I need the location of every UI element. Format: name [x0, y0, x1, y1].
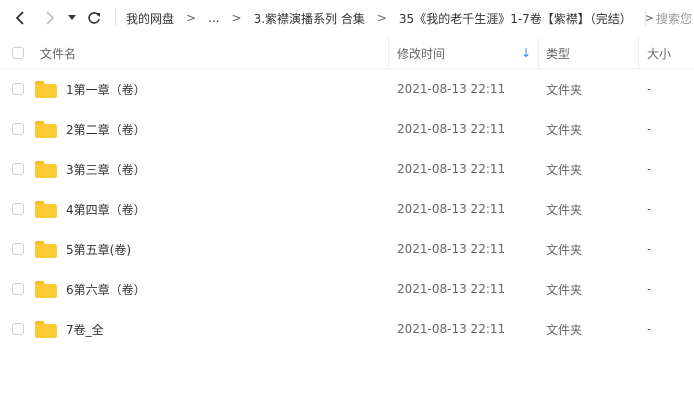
- file-size: -: [647, 242, 652, 256]
- breadcrumb-item-root[interactable]: 我的网盘: [126, 10, 174, 27]
- row-checkbox[interactable]: [12, 149, 24, 189]
- column-header-type-label: 类型: [546, 46, 571, 61]
- back-arrow-icon: [15, 11, 24, 25]
- file-size: -: [647, 82, 652, 96]
- select-all-checkbox[interactable]: [12, 38, 24, 68]
- back-button[interactable]: [10, 8, 30, 28]
- table-row[interactable]: 2第二章（卷） 2021-08-13 22:11 文件夹 -: [0, 109, 694, 149]
- row-checkbox[interactable]: [12, 269, 24, 309]
- search-input[interactable]: 搜索您: [656, 0, 694, 36]
- file-modified: 2021-08-13 22:11: [397, 242, 506, 256]
- file-modified: 2021-08-13 22:11: [397, 202, 506, 216]
- search-divider: [645, 10, 646, 26]
- refresh-icon: [88, 12, 100, 24]
- column-header-modified-label: 修改时间: [397, 46, 446, 61]
- file-type: 文件夹: [546, 82, 583, 97]
- table-row[interactable]: 7卷_全 2021-08-13 22:11 文件夹 -: [0, 309, 694, 349]
- file-size: -: [647, 122, 652, 136]
- file-modified: 2021-08-13 22:11: [397, 122, 506, 136]
- file-type: 文件夹: [546, 162, 583, 177]
- file-type: 文件夹: [546, 322, 583, 337]
- column-divider[interactable]: [538, 38, 539, 68]
- checkbox: [12, 283, 24, 295]
- file-name[interactable]: 6第六章（卷）: [66, 269, 146, 309]
- column-divider[interactable]: [638, 38, 639, 68]
- file-name[interactable]: 2第二章（卷）: [66, 109, 146, 149]
- file-size: -: [647, 202, 652, 216]
- folder-icon: [35, 149, 57, 189]
- column-header-name[interactable]: 文件名: [40, 38, 76, 68]
- checkbox: [12, 163, 24, 175]
- file-type: 文件夹: [546, 122, 583, 137]
- table-row[interactable]: 6第六章（卷） 2021-08-13 22:11 文件夹 -: [0, 269, 694, 309]
- file-type: 文件夹: [546, 282, 583, 297]
- sort-desc-icon: ↓: [520, 46, 531, 60]
- folder-icon: [35, 269, 57, 309]
- file-list-header: 文件名 修改时间 ↓ 类型 大小: [0, 38, 694, 69]
- checkbox: [12, 47, 24, 59]
- breadcrumb-item-collection[interactable]: 3.紫襟演播系列 合集: [254, 10, 365, 27]
- file-modified: 2021-08-13 22:11: [397, 322, 506, 336]
- forward-arrow-icon: [46, 11, 55, 25]
- forward-button[interactable]: [40, 8, 60, 28]
- checkbox: [12, 323, 24, 335]
- search-placeholder: 搜索您: [656, 11, 693, 26]
- table-row[interactable]: 5第五章(卷) 2021-08-13 22:11 文件夹 -: [0, 229, 694, 269]
- row-checkbox[interactable]: [12, 69, 24, 109]
- file-name[interactable]: 5第五章(卷): [66, 229, 131, 269]
- checkbox: [12, 83, 24, 95]
- column-header-size[interactable]: 大小: [647, 38, 671, 68]
- checkbox: [12, 243, 24, 255]
- folder-icon: [35, 309, 57, 349]
- file-modified: 2021-08-13 22:11: [397, 82, 506, 96]
- refresh-button[interactable]: [84, 8, 104, 28]
- dropdown-triangle-icon: [68, 15, 76, 20]
- checkbox: [12, 203, 24, 215]
- file-list: 1第一章（卷） 2021-08-13 22:11 文件夹 - 2第二章（卷） 2…: [0, 69, 694, 349]
- breadcrumb-separator: >: [186, 11, 197, 25]
- column-header-name-label: 文件名: [40, 46, 77, 61]
- file-size: -: [647, 282, 652, 296]
- table-row[interactable]: 4第四章（卷） 2021-08-13 22:11 文件夹 -: [0, 189, 694, 229]
- row-checkbox[interactable]: [12, 229, 24, 269]
- file-size: -: [647, 322, 652, 336]
- folder-icon: [35, 229, 57, 269]
- folder-icon: [35, 189, 57, 229]
- file-type: 文件夹: [546, 242, 583, 257]
- toolbar-divider: [115, 10, 116, 26]
- file-type: 文件夹: [546, 202, 583, 217]
- file-name[interactable]: 1第一章（卷）: [66, 69, 146, 109]
- breadcrumb-separator: >: [231, 11, 242, 25]
- column-header-modified[interactable]: 修改时间 ↓: [397, 38, 535, 68]
- column-header-size-label: 大小: [647, 46, 672, 61]
- table-row[interactable]: 3第三章（卷） 2021-08-13 22:11 文件夹 -: [0, 149, 694, 189]
- history-dropdown-button[interactable]: [64, 8, 80, 28]
- table-row[interactable]: 1第一章（卷） 2021-08-13 22:11 文件夹 -: [0, 69, 694, 109]
- column-header-type[interactable]: 类型: [546, 38, 570, 68]
- folder-icon: [35, 109, 57, 149]
- file-name[interactable]: 4第四章（卷）: [66, 189, 146, 229]
- file-name[interactable]: 3第三章（卷）: [66, 149, 146, 189]
- file-name[interactable]: 7卷_全: [66, 309, 104, 349]
- breadcrumb-separator: >: [376, 11, 387, 25]
- column-divider[interactable]: [388, 38, 389, 68]
- breadcrumb: 我的网盘 > ... > 3.紫襟演播系列 合集 > 35《我的老千生涯》1-7…: [126, 0, 666, 36]
- checkbox: [12, 123, 24, 135]
- row-checkbox[interactable]: [12, 309, 24, 349]
- row-checkbox[interactable]: [12, 189, 24, 229]
- file-modified: 2021-08-13 22:11: [397, 162, 506, 176]
- row-checkbox[interactable]: [12, 109, 24, 149]
- file-modified: 2021-08-13 22:11: [397, 282, 506, 296]
- folder-icon: [35, 69, 57, 109]
- file-size: -: [647, 162, 652, 176]
- breadcrumb-item-current[interactable]: 35《我的老千生涯》1-7卷【紫襟】（完结）: [399, 10, 632, 27]
- breadcrumb-item-ellipsis[interactable]: ...: [208, 11, 219, 25]
- toolbar: 我的网盘 > ... > 3.紫襟演播系列 合集 > 35《我的老千生涯》1-7…: [0, 0, 694, 36]
